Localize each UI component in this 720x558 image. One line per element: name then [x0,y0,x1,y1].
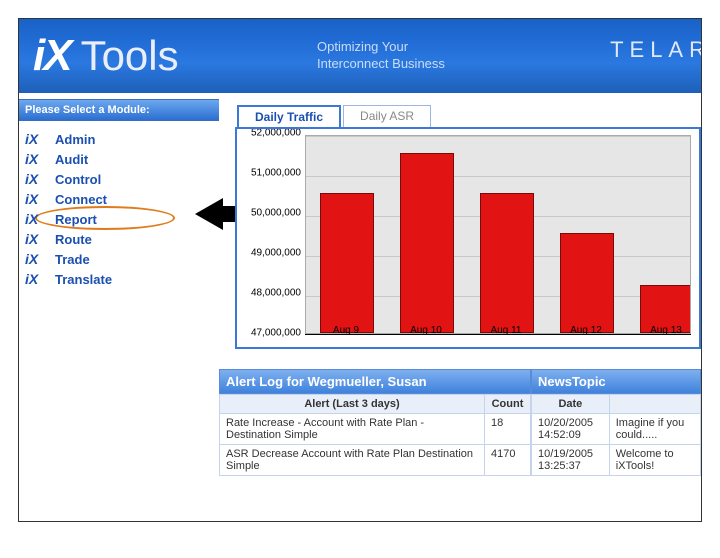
chart-frame: 47,000,000 48,000,000 49,000,000 50,000,000… [235,127,701,349]
x-tick-label: Aug 11 [479,325,533,336]
tab-daily-asr[interactable]: Daily ASR [343,105,431,127]
sidebar-item-admin[interactable]: iX Admin [25,129,215,149]
logo-word: Tools [81,32,179,80]
sidebar-item-label: Control [55,172,101,187]
alert-col-alert: Alert (Last 3 days) [220,395,485,414]
chart-bar [480,193,534,333]
tab-daily-traffic[interactable]: Daily Traffic [237,105,341,127]
y-tick-label: 48,000,000 [251,288,301,299]
sidebar-item-report[interactable]: iX Report [25,209,215,229]
brand-right: TELAR [610,37,702,63]
news-topic-link[interactable]: Imagine if you could..... [609,414,700,445]
sidebar-title: Please Select a Module: [19,99,219,121]
chart-bar [320,193,374,333]
alert-count: 18 [485,414,531,445]
news-topic-link[interactable]: Welcome to iXTools! [609,445,700,476]
alert-col-count: Count [485,395,531,414]
y-tick-label: 52,000,000 [251,128,301,139]
ix-icon: iX [25,151,51,167]
ix-icon: iX [25,231,51,247]
ix-icon: iX [25,271,51,287]
table-row: ASR Decrease Account with Rate Plan Dest… [220,445,531,476]
table-row: 10/20/2005 14:52:09Imagine if you could.… [532,414,701,445]
sidebar-item-translate[interactable]: iX Translate [25,269,215,289]
sidebar-item-label: Route [55,232,92,247]
alert-count: 4170 [485,445,531,476]
news-panel: NewsTopic Date 10/20/2005 14:52:09Imagin… [531,369,701,476]
table-row: 10/19/2005 13:25:37Welcome to iXTools! [532,445,701,476]
news-panel-title: NewsTopic [531,369,701,394]
alert-table: Alert (Last 3 days) Count Rate Increase … [219,394,531,476]
news-col-topic [609,395,700,414]
y-tick-label: 49,000,000 [251,248,301,259]
ix-icon: iX [25,131,51,147]
app-logo: iX Tools [33,31,179,81]
x-tick-label: Aug 12 [559,325,613,336]
table-row: Rate Increase - Account with Rate Plan -… [220,414,531,445]
sidebar-item-label: Connect [55,192,107,207]
ix-icon: iX [25,211,51,227]
sidebar-item-label: Trade [55,252,90,267]
chart-bar [400,153,454,333]
x-tick-label: Aug 10 [399,325,453,336]
y-tick-label: 47,000,000 [251,328,301,339]
sidebar-item-label: Audit [55,152,88,167]
chart-tabs: Daily Traffic Daily ASR [237,105,701,127]
chart-area: 47,000,00048,000,00049,000,00050,000,000… [305,135,691,335]
sidebar-item-route[interactable]: iX Route [25,229,215,249]
x-tick-label: Aug 9 [319,325,373,336]
ix-icon: iX [25,191,51,207]
news-date: 10/19/2005 13:25:37 [532,445,610,476]
sidebar: Please Select a Module: iXAdminiXAuditiX… [19,93,219,521]
news-table: Date 10/20/2005 14:52:09Imagine if you c… [531,394,701,476]
sidebar-item-connect[interactable]: iX Connect [25,189,215,209]
y-tick-label: 51,000,000 [251,168,301,179]
app-banner: iX Tools Optimizing Your Interconnect Bu… [19,19,701,93]
alert-text: ASR Decrease Account with Rate Plan Dest… [220,445,485,476]
logo-mark: iX [33,31,71,81]
sidebar-item-control[interactable]: iX Control [25,169,215,189]
sidebar-item-label: Admin [55,132,95,147]
ix-icon: iX [25,171,51,187]
sidebar-item-trade[interactable]: iX Trade [25,249,215,269]
ix-icon: iX [25,251,51,267]
chart-bar [560,233,614,333]
alert-panel: Alert Log for Wegmueller, Susan Alert (L… [219,369,531,476]
sidebar-item-audit[interactable]: iX Audit [25,149,215,169]
news-col-date: Date [532,395,610,414]
x-tick-label: Aug 13 [639,325,693,336]
tagline: Optimizing Your Interconnect Business [317,39,445,73]
alert-panel-title: Alert Log for Wegmueller, Susan [219,369,531,394]
sidebar-item-label: Report [55,212,97,227]
alert-text: Rate Increase - Account with Rate Plan -… [220,414,485,445]
news-date: 10/20/2005 14:52:09 [532,414,610,445]
sidebar-item-label: Translate [55,272,112,287]
y-tick-label: 50,000,000 [251,208,301,219]
